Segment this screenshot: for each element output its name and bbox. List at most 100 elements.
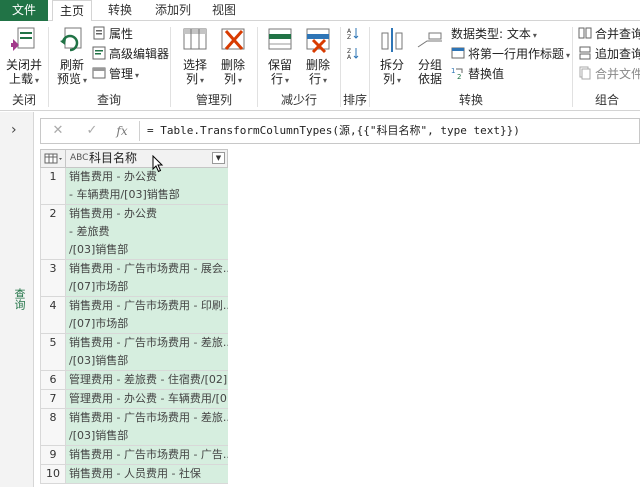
row-number[interactable]: 5 [40, 334, 66, 370]
cell-line: 销售费用 - 广告市场费用 - 差旅... [69, 336, 228, 349]
remove-columns-label-2: 列 [223, 72, 236, 86]
ribbon-tab-bar: 文件 主页 转换 添加列 视图 [0, 0, 640, 22]
table-cell[interactable]: 管理费用 - 办公费 - 车辆费用/[0... [66, 390, 228, 408]
choose-columns-button[interactable]: 选择 列 ▾ [178, 25, 212, 88]
grid-header: ABC 科目名称 ▼ [40, 149, 228, 168]
queries-pane-label[interactable]: 查询 [11, 288, 26, 310]
merge-queries-button[interactable]: 合并查询 [578, 25, 640, 43]
chevron-down-icon: ▾ [200, 76, 205, 85]
check-icon[interactable]: ✓ [81, 122, 103, 140]
group-close: 关闭并 上载 ▾ 关闭 [0, 21, 48, 111]
group-label-sort: 排序 [342, 93, 367, 107]
tab-home[interactable]: 主页 [52, 0, 92, 22]
divider [170, 27, 171, 107]
replace-values-label: 替换值 [468, 67, 505, 81]
table-icon [44, 153, 62, 164]
tab-file[interactable]: 文件 [0, 0, 48, 21]
tab-view[interactable]: 视图 [204, 0, 244, 21]
table-menu-button[interactable] [41, 150, 66, 167]
table-cell[interactable]: 销售费用 - 广告市场费用 - 印刷... /[07]市场部 [66, 297, 228, 333]
table-row[interactable]: 2 销售费用 - 办公费 - 差旅费 /[03]销售部 [40, 205, 228, 260]
table-cell[interactable]: 销售费用 - 广告市场费用 - 差旅... /[03]销售部 [66, 334, 228, 370]
tab-add-column[interactable]: 添加列 [148, 0, 198, 21]
divider [48, 27, 49, 107]
table-row[interactable]: 8 销售费用 - 广告市场费用 - 差旅... /[03]销售部 [40, 409, 228, 446]
keep-rows-icon [268, 28, 292, 50]
cell-line: 销售费用 - 广告市场费用 - 印刷... [69, 299, 228, 312]
group-transform: 拆分 列 ▾ 分组 依据 数据类型: 文本 ▾ 将第一行用作标题 ▾ 1 2 替换值 转换 [371, 21, 571, 111]
table-row[interactable]: 6 管理费用 - 差旅费 - 住宿费/[02]... [40, 371, 228, 390]
sort-descending-button[interactable]: ZA [346, 45, 363, 63]
merge-queries-label: 合并查询 [595, 27, 640, 41]
cell-line: - 差旅费 [69, 225, 110, 238]
data-type-label: 数据类型: 文本 [451, 27, 531, 41]
table-row[interactable]: 10 销售费用 - 人员费用 - 社保 [40, 465, 228, 484]
properties-button[interactable]: 属性 [92, 25, 133, 43]
remove-columns-label-1: 删除 [220, 58, 245, 72]
table-row[interactable]: 7 管理费用 - 办公费 - 车辆费用/[0... [40, 390, 228, 409]
table-row[interactable]: 9 销售费用 - 广告市场费用 - 广告... [40, 446, 228, 465]
formula-input[interactable]: = Table.TransformColumnTypes(源,{{"科目名称",… [147, 119, 520, 143]
table-row[interactable]: 4 销售费用 - 广告市场费用 - 印刷... /[07]市场部 [40, 297, 228, 334]
manage-label: 管理 [109, 67, 134, 81]
row-number[interactable]: 1 [40, 168, 66, 204]
table-cell[interactable]: 销售费用 - 广告市场费用 - 展会... /[07]市场部 [66, 260, 228, 296]
row-number[interactable]: 10 [40, 465, 66, 483]
remove-columns-button[interactable]: 删除 列 ▾ [216, 25, 250, 88]
text-type-icon[interactable]: ABC [70, 150, 88, 167]
replace-values-button[interactable]: 1 2 替换值 [451, 65, 504, 83]
cell-line: /[03]销售部 [69, 429, 129, 442]
manage-button[interactable]: 管理 ▾ [92, 65, 139, 83]
fx-icon[interactable]: fx [111, 122, 133, 140]
row-number[interactable]: 7 [40, 390, 66, 408]
refresh-label-1: 刷新 [59, 58, 84, 72]
close-and-load-button[interactable]: 关闭并 上载 ▾ [4, 25, 44, 88]
group-by-button[interactable]: 分组 依据 [413, 25, 447, 86]
formula-bar: ✕ ✓ fx = Table.TransformColumnTypes(源,{{… [40, 118, 640, 144]
table-cell[interactable]: 销售费用 - 办公费 - 差旅费 /[03]销售部 [66, 205, 228, 259]
chevron-right-icon[interactable]: › [11, 122, 17, 138]
chevron-down-icon: ▾ [285, 76, 290, 85]
keep-rows-button[interactable]: 保留 行 ▾ [263, 25, 297, 88]
divider [139, 121, 140, 141]
table-cell[interactable]: 销售费用 - 人员费用 - 社保 [66, 465, 228, 483]
row-number[interactable]: 6 [40, 371, 66, 389]
column-header-subject-name[interactable]: ABC 科目名称 ▼ [67, 150, 227, 167]
advanced-editor-label: 高级编辑器 [109, 47, 170, 61]
group-by-label-1: 分组 [417, 58, 442, 72]
chevron-down-icon: ▾ [566, 51, 571, 60]
row-number[interactable]: 9 [40, 446, 66, 464]
advanced-editor-button[interactable]: 高级编辑器 [92, 45, 169, 63]
row-number[interactable]: 2 [40, 205, 66, 259]
table-row[interactable]: 1 销售费用 - 办公费 - 车辆费用/[03]销售部 [40, 168, 228, 205]
refresh-icon [60, 27, 82, 52]
ribbon: 关闭并 上载 ▾ 关闭 刷新 预览 ▾ 属性 高级编辑器 管理 ▾ 查询 选择 … [0, 21, 640, 111]
tab-transform[interactable]: 转换 [100, 0, 140, 21]
close-icon[interactable]: ✕ [47, 122, 69, 140]
split-column-button[interactable]: 拆分 列 ▾ [375, 25, 409, 88]
data-type-dropdown[interactable]: 数据类型: 文本 ▾ [451, 25, 537, 43]
table-cell[interactable]: 销售费用 - 广告市场费用 - 广告... [66, 446, 228, 464]
refresh-preview-button[interactable]: 刷新 预览 ▾ [54, 25, 90, 88]
table-cell[interactable]: 销售费用 - 办公费 - 车辆费用/[03]销售部 [66, 168, 228, 204]
first-row-header-label: 将第一行用作标题 [468, 47, 565, 61]
table-row[interactable]: 3 销售费用 - 广告市场费用 - 展会... /[07]市场部 [40, 260, 228, 297]
table-cell[interactable]: 管理费用 - 差旅费 - 住宿费/[02]... [66, 371, 228, 389]
filter-dropdown-icon[interactable]: ▼ [212, 152, 225, 164]
svg-text:Z: Z [347, 34, 351, 40]
remove-rows-button[interactable]: 删除 行 ▾ [301, 25, 335, 88]
row-number[interactable]: 4 [40, 297, 66, 333]
manage-icon [92, 67, 106, 79]
append-queries-button[interactable]: 追加查询 [578, 45, 640, 63]
sort-ascending-button[interactable]: AZ [346, 25, 363, 43]
combine-files-button[interactable]: 合并文件 [578, 65, 640, 83]
table-row[interactable]: 5 销售费用 - 广告市场费用 - 差旅... /[03]销售部 [40, 334, 228, 371]
use-first-row-as-headers-button[interactable]: 将第一行用作标题 ▾ [451, 45, 570, 63]
table-cell[interactable]: 销售费用 - 广告市场费用 - 差旅... /[03]销售部 [66, 409, 228, 445]
cell-line: /[07]市场部 [69, 280, 129, 293]
row-number[interactable]: 8 [40, 409, 66, 445]
cell-line: - 车辆费用/[03]销售部 [69, 188, 180, 201]
group-query: 刷新 预览 ▾ 属性 高级编辑器 管理 ▾ 查询 [50, 21, 169, 111]
row-number[interactable]: 3 [40, 260, 66, 296]
cell-line: /[07]市场部 [69, 317, 129, 330]
